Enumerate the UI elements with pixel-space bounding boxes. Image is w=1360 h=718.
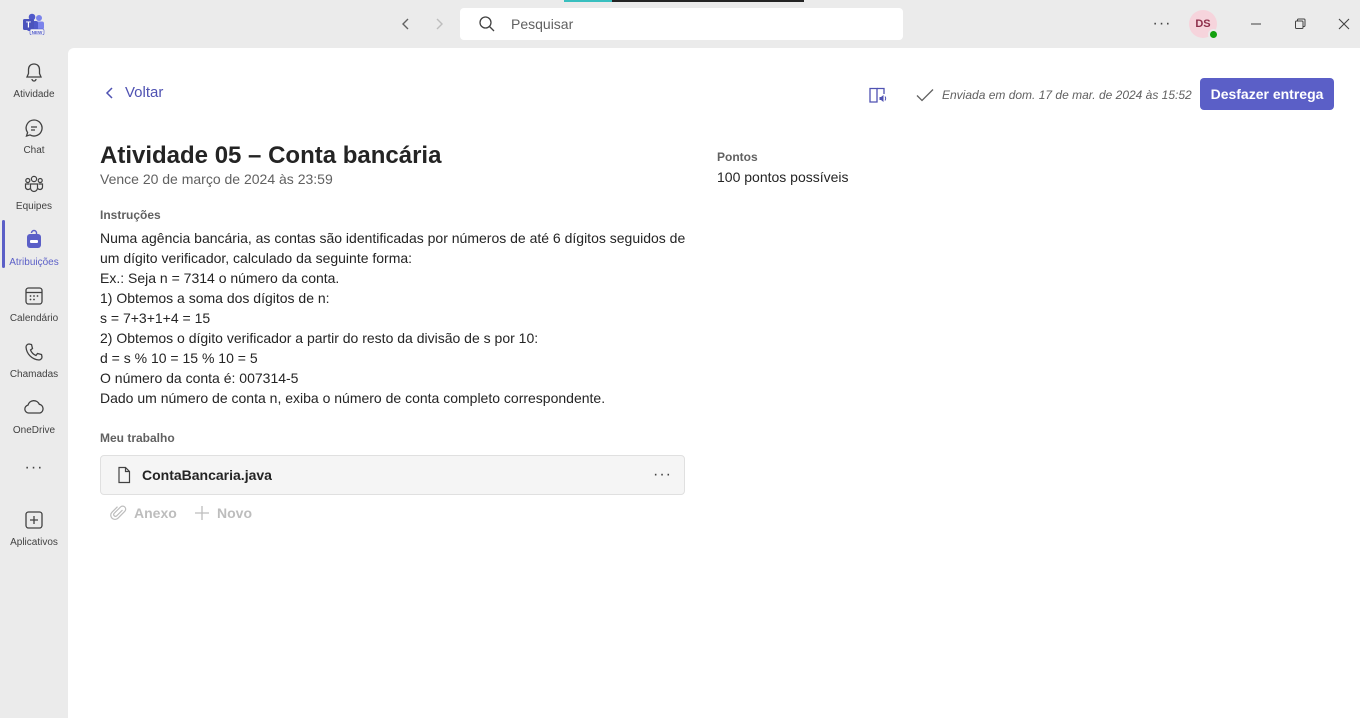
new-file-button[interactable]: Novo (193, 504, 252, 522)
document-icon (116, 466, 132, 484)
presence-available-icon (1208, 29, 1219, 40)
search-icon (478, 15, 496, 33)
my-work-label: Meu trabalho (100, 431, 175, 445)
submission-status: Enviada em dom. 17 de mar. de 2024 às 15… (915, 85, 1192, 105)
rail-label: Equipes (15, 201, 53, 212)
instruction-line: 2) Obtemos o dígito verificador a partir… (100, 330, 539, 346)
points-value: 100 pontos possíveis (717, 169, 849, 185)
rail-item-chamadas[interactable]: Chamadas (0, 332, 68, 384)
app-rail: Atividade Chat Equipes Atribuições Calen… (0, 48, 68, 718)
instruction-line: Dado um número de conta n, exiba o númer… (100, 390, 606, 406)
search-box[interactable] (460, 8, 903, 40)
rail-label: Atribuições (9, 257, 59, 268)
instruction-line: O número da conta é: 007314-5 (100, 370, 299, 386)
attached-file[interactable]: ContaBancaria.java ··· (100, 455, 685, 495)
teams-logo-icon: T NEW (22, 13, 46, 36)
avatar-initials: DS (1195, 18, 1211, 30)
plus-icon (193, 504, 211, 522)
rail-item-atribuicoes[interactable]: Atribuições (0, 220, 68, 272)
calendar-icon (22, 284, 46, 308)
cloud-icon (22, 396, 46, 420)
restore-icon[interactable] (1290, 14, 1310, 34)
instruction-line: d = s % 10 = 15 % 10 = 5 (100, 350, 258, 366)
close-icon[interactable] (1334, 14, 1354, 34)
svg-text:NEW: NEW (32, 30, 43, 35)
rail-label: Calendário (9, 313, 59, 324)
assignment-title: Atividade 05 – Conta bancária (100, 142, 442, 169)
rail-label: OneDrive (12, 425, 56, 436)
attach-button[interactable]: Anexo (110, 504, 177, 522)
immersive-reader-icon[interactable] (868, 85, 888, 105)
submitted-timestamp: Enviada em dom. 17 de mar. de 2024 às 15… (942, 88, 1192, 102)
more-apps-icon: ··· (24, 459, 44, 476)
back-button[interactable]: Voltar (102, 84, 163, 101)
more-options-icon[interactable]: ··· (1150, 14, 1174, 34)
rail-label: Chat (23, 145, 45, 156)
new-label: Novo (217, 505, 252, 521)
teams-icon (22, 172, 46, 196)
back-arrow-icon[interactable] (396, 14, 416, 34)
rail-label: Aplicativos (10, 537, 58, 548)
forward-arrow-icon[interactable] (429, 14, 449, 34)
file-more-options-icon[interactable]: ··· (653, 466, 672, 484)
instructions-label: Instruções (100, 208, 161, 222)
back-label: Voltar (125, 84, 164, 101)
top-accent-teal (564, 0, 612, 2)
instructions-text: Numa agência bancária, as contas são ide… (100, 228, 690, 408)
search-input[interactable] (511, 16, 891, 32)
rail-item-equipes[interactable]: Equipes (0, 164, 68, 216)
assignment-panel: Voltar Enviada em dom. 17 de mar. de 202… (68, 48, 1360, 718)
chevron-left-icon (102, 85, 118, 101)
rail-label: Atividade (13, 89, 55, 100)
backpack-icon (22, 228, 46, 252)
instruction-line: 1) Obtemos a soma dos dígitos de n: (100, 290, 330, 306)
rail-item-aplicativos[interactable]: Aplicativos (0, 500, 68, 552)
instruction-line: Ex.: Seja n = 7314 o número da conta. (100, 270, 340, 286)
checkmark-icon (915, 85, 935, 105)
due-date: Vence 20 de março de 2024 às 23:59 (100, 171, 333, 187)
svg-text:T: T (26, 21, 31, 30)
rail-label: Chamadas (9, 369, 59, 380)
title-bar: T NEW ··· DS (0, 0, 1360, 48)
instruction-line: um dígito verificador, calculado da segu… (100, 250, 413, 266)
rail-item-chat[interactable]: Chat (0, 108, 68, 160)
chat-icon (22, 116, 46, 140)
paperclip-icon (110, 504, 128, 522)
instruction-line: s = 7+3+1+4 = 15 (100, 310, 211, 326)
file-name: ContaBancaria.java (142, 467, 272, 483)
minimize-icon[interactable] (1246, 14, 1266, 34)
avatar[interactable]: DS (1189, 10, 1219, 40)
rail-more-apps[interactable]: ··· (0, 448, 68, 488)
bell-icon (22, 60, 46, 84)
phone-icon (22, 340, 46, 364)
add-app-icon (22, 508, 46, 532)
attach-label: Anexo (134, 505, 177, 521)
rail-item-onedrive[interactable]: OneDrive (0, 388, 68, 440)
undo-submission-button[interactable]: Desfazer entrega (1200, 78, 1334, 110)
instruction-line: Numa agência bancária, as contas são ide… (100, 230, 686, 246)
rail-item-atividade[interactable]: Atividade (0, 52, 68, 104)
rail-item-calendario[interactable]: Calendário (0, 276, 68, 328)
points-label: Pontos (717, 150, 758, 164)
